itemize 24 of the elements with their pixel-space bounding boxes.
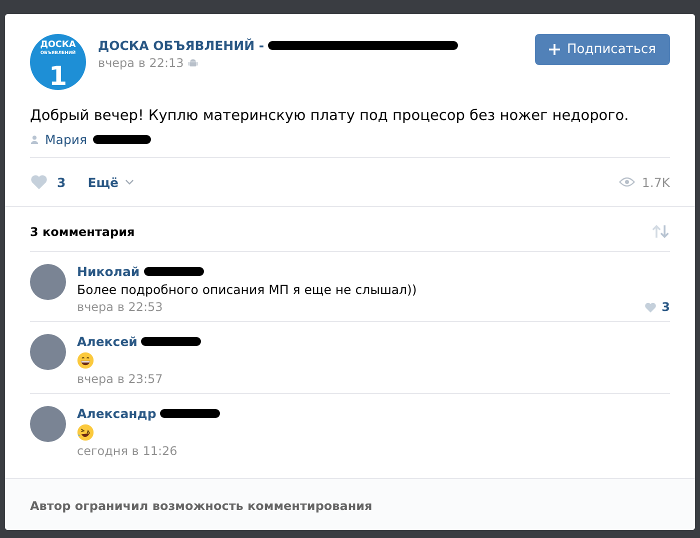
like-button[interactable]: 3 [30, 170, 66, 194]
subscribe-button[interactable]: Подписаться [535, 34, 670, 65]
more-button[interactable]: Ещё [88, 170, 134, 194]
comment-text: Более подробного описания МП я еще не слышал)) [77, 282, 418, 297]
caret-icon [124, 179, 134, 185]
commenter-name[interactable]: Николай [77, 264, 140, 279]
avatar-placeholder[interactable] [30, 406, 66, 442]
view-count: 1.7K [618, 174, 670, 190]
laughing-face-icon [77, 424, 94, 441]
comments-count: 3 комментария [30, 224, 135, 238]
post-text: Добрый вечер! Куплю материнскую плату под процесор без ножег недорого. [30, 108, 630, 124]
plus-icon [549, 44, 560, 55]
community-name[interactable]: ДОСКА ОБЪЯВЛЕНИЙ - [98, 38, 264, 53]
eye-icon [618, 177, 635, 187]
commenter-name[interactable]: Алексей [77, 334, 138, 349]
comments-disabled-notice: Автор ограничил возможность комментирования [30, 499, 372, 513]
heart-icon [644, 302, 657, 312]
commenter-name[interactable]: Александр [77, 406, 156, 421]
grinning-face-icon [77, 352, 94, 369]
like-button[interactable]: 3 [644, 300, 670, 314]
person-icon [30, 135, 39, 144]
signer-name[interactable]: Мария [45, 132, 88, 147]
avatar-placeholder[interactable] [30, 334, 66, 370]
avatar-placeholder[interactable] [30, 264, 66, 300]
